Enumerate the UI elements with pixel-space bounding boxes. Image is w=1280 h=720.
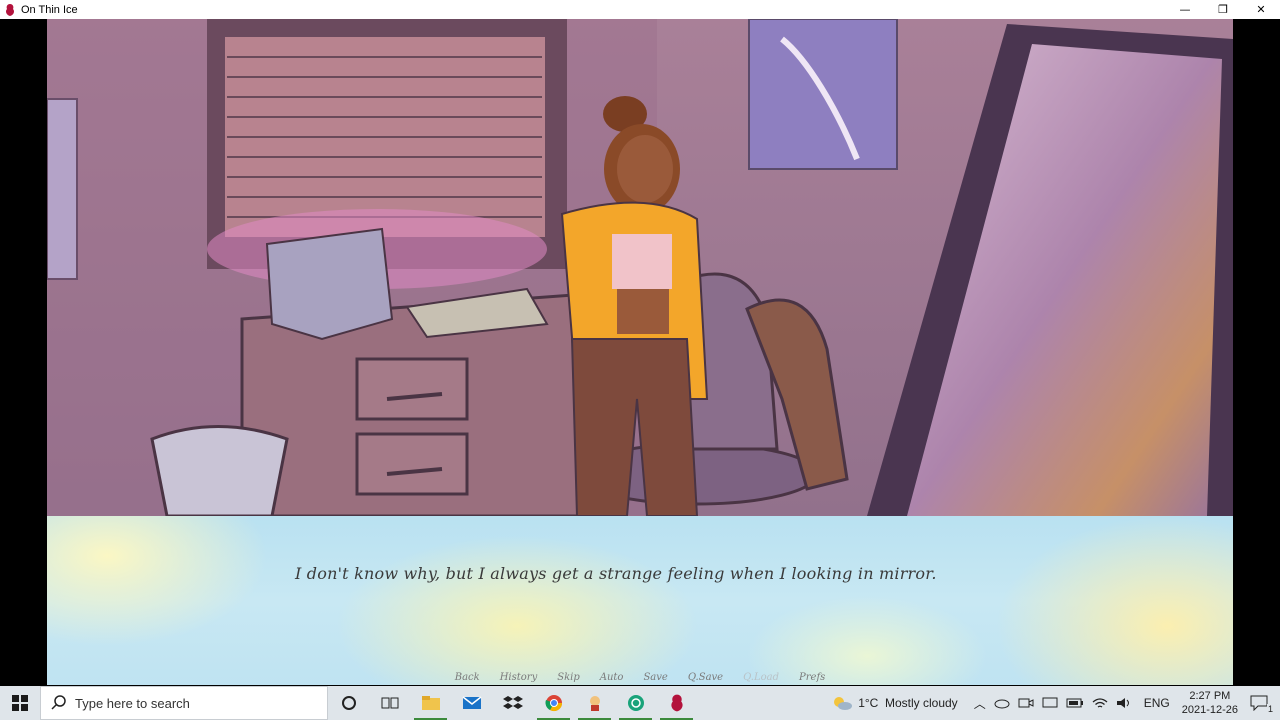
volume-button[interactable] xyxy=(1116,697,1132,709)
display-button[interactable] xyxy=(1042,697,1058,709)
taskbar-dropbox[interactable] xyxy=(492,686,533,720)
start-button[interactable] xyxy=(0,686,40,720)
quick-menu-quick-save[interactable]: Q.Save xyxy=(678,672,733,683)
cloud-icon xyxy=(994,699,1010,709)
openai-icon xyxy=(627,695,644,711)
quick-menu-save[interactable]: Save xyxy=(633,672,677,683)
dropbox-icon xyxy=(502,696,523,709)
close-icon: ✕ xyxy=(1256,3,1266,16)
notification-center-button[interactable]: 1 xyxy=(1250,695,1274,714)
search-icon xyxy=(51,695,66,710)
task-view-button[interactable] xyxy=(369,686,410,720)
taskbar-openai[interactable] xyxy=(615,686,656,720)
search-placeholder: Type here to search xyxy=(75,695,190,711)
system-tray: 1°C Mostly cloudy ︿ ENG 2:27 PM 2021-12-… xyxy=(827,686,1280,720)
camera-icon xyxy=(1018,698,1034,708)
quick-menu-skip[interactable]: Skip xyxy=(547,672,590,683)
close-button[interactable]: ✕ xyxy=(1242,0,1280,19)
taskbar-file-explorer[interactable] xyxy=(410,686,451,720)
tray-overflow-button[interactable]: ︿ xyxy=(974,695,986,712)
app-icon xyxy=(6,3,14,16)
dialogue-text: I don't know why, but I always get a str… xyxy=(295,564,937,583)
taskbar-mail[interactable] xyxy=(451,686,492,720)
on-thin-ice-icon xyxy=(670,694,683,712)
bedroom-scene xyxy=(47,19,1233,516)
taskbar-chrome[interactable] xyxy=(533,686,574,720)
game-viewport[interactable]: I don't know why, but I always get a str… xyxy=(47,19,1233,685)
game-app-icon xyxy=(589,696,600,711)
notification-icon xyxy=(1250,695,1268,711)
monitor-icon xyxy=(1042,697,1058,708)
task-view-icon xyxy=(381,697,398,709)
notification-count: 1 xyxy=(1266,704,1274,714)
quick-menu-auto[interactable]: Auto xyxy=(590,672,634,683)
quick-menu-quick-load: Q.Load xyxy=(743,672,780,683)
battery-button[interactable] xyxy=(1066,698,1084,708)
taskbar-search-box[interactable]: Type here to search xyxy=(40,686,328,720)
restore-button[interactable]: ❐ xyxy=(1204,0,1242,19)
battery-icon xyxy=(1066,698,1083,708)
wifi-icon xyxy=(1092,698,1108,708)
cortana-button[interactable] xyxy=(328,686,369,720)
weather-text: 1°C Mostly cloudy xyxy=(858,696,958,710)
restore-icon: ❐ xyxy=(1218,3,1228,16)
window-title: On Thin Ice xyxy=(21,3,78,16)
quick-menu-prefs[interactable]: Prefs xyxy=(789,672,835,683)
language-button[interactable]: ENG xyxy=(1144,696,1170,710)
window-titlebar: On Thin Ice — ❐ ✕ xyxy=(0,0,1280,19)
mail-icon xyxy=(462,696,481,709)
windows-icon xyxy=(12,695,28,711)
taskbar-on-thin-ice[interactable] xyxy=(656,686,697,720)
clock-time: 2:27 PM xyxy=(1189,690,1231,702)
minimize-button[interactable]: — xyxy=(1166,0,1204,19)
quick-menu-history[interactable]: History xyxy=(490,672,548,683)
meet-now-button[interactable] xyxy=(1018,697,1034,709)
chrome-icon xyxy=(544,695,562,712)
minimize-icon: — xyxy=(1179,3,1191,16)
speaker-icon xyxy=(1116,698,1129,708)
clock[interactable]: 2:27 PM 2021-12-26 xyxy=(1182,689,1238,717)
taskbar: Type here to search 1°C Mostly cloudy ︿ xyxy=(0,686,1280,720)
file-explorer-icon xyxy=(421,696,440,710)
onedrive-button[interactable] xyxy=(994,697,1010,709)
taskbar-game-app[interactable] xyxy=(574,686,615,720)
clock-date: 2021-12-26 xyxy=(1181,704,1238,716)
dialogue-box[interactable]: I don't know why, but I always get a str… xyxy=(47,516,1233,685)
partly-cloudy-icon xyxy=(834,697,853,710)
weather-widget[interactable]: 1°C Mostly cloudy xyxy=(831,695,958,711)
language-text: ENG xyxy=(1143,696,1170,710)
quick-menu-back[interactable]: Back xyxy=(445,672,490,683)
cortana-icon xyxy=(341,696,356,710)
wifi-button[interactable] xyxy=(1092,697,1108,709)
chevron-up-icon: ︿ xyxy=(973,696,986,711)
quick-menu: Back History Skip Auto Save Q.Save Q.Loa… xyxy=(47,672,1233,683)
